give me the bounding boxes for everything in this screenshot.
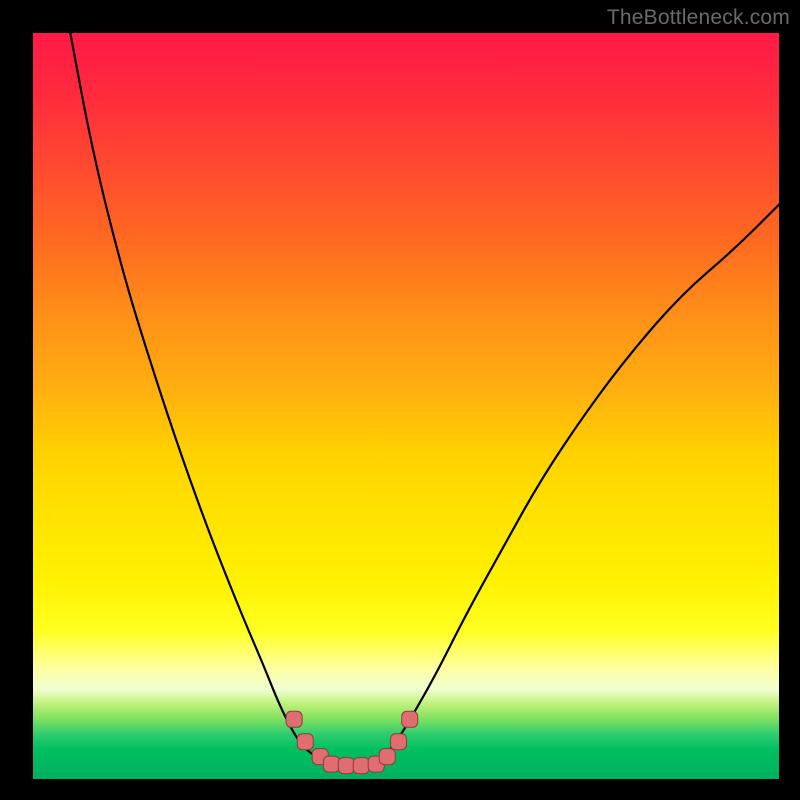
valley-marker <box>368 756 384 772</box>
valley-marker <box>402 711 418 727</box>
watermark-text: TheBottleneck.com <box>607 6 790 30</box>
valley-marker <box>286 711 302 727</box>
valley-marker <box>379 749 395 765</box>
chart-frame: TheBottleneck.com <box>0 0 800 800</box>
marker-layer <box>33 33 779 779</box>
bottleneck-curve <box>70 33 779 768</box>
valley-marker <box>391 734 407 750</box>
plot-area <box>33 33 779 779</box>
valley-marker <box>312 749 328 765</box>
curve-layer <box>33 33 779 779</box>
valley-marker <box>338 758 354 774</box>
valley-marker <box>297 734 313 750</box>
valley-marker <box>323 756 339 772</box>
valley-marker <box>353 758 369 774</box>
